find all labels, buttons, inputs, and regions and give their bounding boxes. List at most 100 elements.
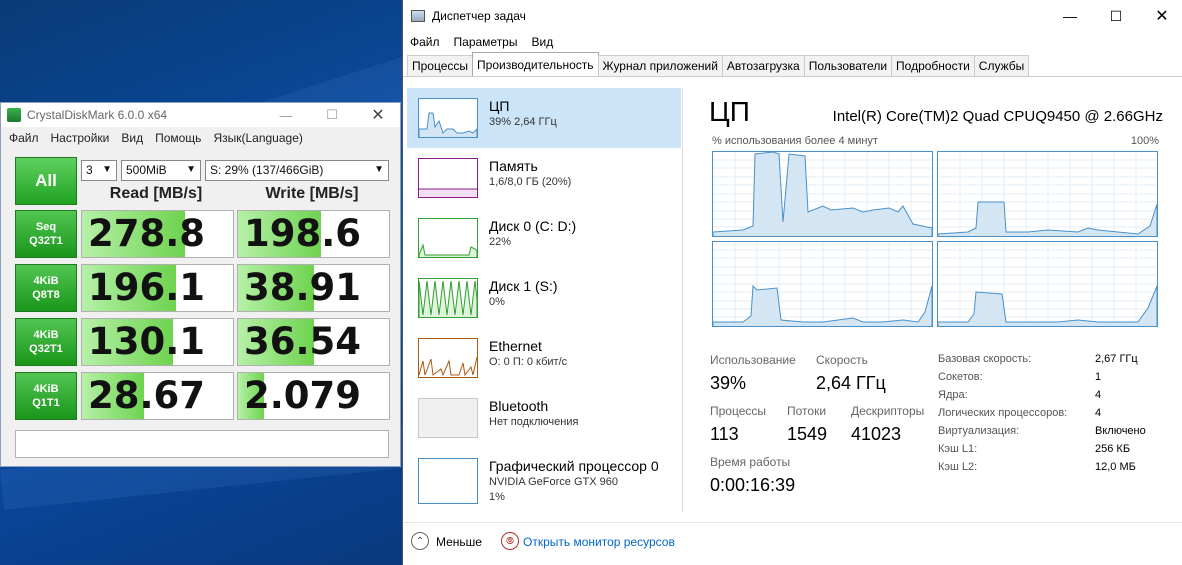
task-manager-icon bbox=[411, 10, 425, 22]
sidebar-item-gpu[interactable]: Графический процессор 0 NVIDIA GeForce G… bbox=[407, 448, 681, 508]
tm-menu-bar: Файл Параметры Вид bbox=[403, 32, 1182, 52]
menu-settings[interactable]: Настройки bbox=[45, 131, 116, 145]
close-icon[interactable]: ✕ bbox=[355, 103, 401, 127]
sidebar-item-detail: О: 0 П: 0 кбит/с bbox=[489, 356, 568, 368]
spec-value: 4 bbox=[1095, 389, 1102, 401]
resource-monitor-icon[interactable]: ⦾ bbox=[501, 532, 519, 550]
read-value: 28.67 bbox=[88, 374, 206, 417]
menu-view[interactable]: Вид bbox=[115, 131, 149, 145]
write-value: 198.6 bbox=[244, 212, 362, 255]
uptime-value: 0:00:16:39 bbox=[710, 475, 796, 495]
chevron-down-icon: ▼ bbox=[102, 164, 112, 175]
test-button[interactable]: 4KiB Q32T1 bbox=[15, 318, 77, 366]
write-result: 2.079 bbox=[237, 372, 390, 420]
test-button[interactable]: Seq Q32T1 bbox=[15, 210, 77, 258]
spec-key: Кэш L1: bbox=[938, 443, 978, 455]
write-result: 38.91 bbox=[237, 264, 390, 312]
menu-file[interactable]: Файл bbox=[3, 131, 45, 145]
disk0-thumbnail bbox=[418, 218, 478, 258]
test-button[interactable]: 4KiB Q1T1 bbox=[15, 372, 77, 420]
sidebar-item-disk0[interactable]: Диск 0 (C: D:) 22% bbox=[407, 208, 681, 268]
write-result: 36.54 bbox=[237, 318, 390, 366]
sidebar-item-cpu[interactable]: ЦП 39% 2,64 ГГц bbox=[407, 88, 681, 148]
page-title: ЦП bbox=[709, 96, 750, 127]
all-button[interactable]: All bbox=[15, 157, 77, 205]
open-resource-monitor-link[interactable]: Открыть монитор ресурсов bbox=[523, 535, 675, 549]
count-select[interactable]: 3 ▼ bbox=[81, 160, 117, 181]
tm-title-bar: Диспетчер задач — ☐ ✕ bbox=[403, 0, 1182, 32]
test-label-line2: Q1T1 bbox=[32, 397, 60, 409]
cdm-title-bar: CrystalDiskMark 6.0.0 x64 — ☐ ✕ bbox=[1, 103, 400, 127]
task-manager-window: Диспетчер задач — ☐ ✕ Файл Параметры Вид… bbox=[402, 0, 1182, 565]
read-value: 196.1 bbox=[88, 266, 206, 309]
memory-thumbnail bbox=[418, 158, 478, 198]
maximize-icon[interactable]: ☐ bbox=[309, 103, 355, 127]
usage-value: 39% bbox=[710, 373, 747, 393]
tab-processes[interactable]: Процессы bbox=[407, 55, 474, 76]
sidebar-item-label: ЦП bbox=[489, 98, 510, 114]
menu-file[interactable]: Файл bbox=[403, 35, 447, 49]
test-label-line2: Q32T1 bbox=[29, 235, 63, 247]
sidebar-item-bluetooth[interactable]: Bluetooth Нет подключения bbox=[407, 388, 681, 448]
tab-startup[interactable]: Автозагрузка bbox=[721, 55, 805, 76]
chevron-down-icon: ▼ bbox=[374, 164, 384, 175]
fewer-details-link[interactable]: Меньше bbox=[436, 535, 482, 549]
cpu-thumb-graph bbox=[419, 112, 477, 137]
read-result: 196.1 bbox=[81, 264, 234, 312]
menu-view[interactable]: Вид bbox=[524, 35, 560, 49]
test-button[interactable]: 4KiB Q8T8 bbox=[15, 264, 77, 312]
sidebar-item-ethernet[interactable]: Ethernet О: 0 П: 0 кбит/с bbox=[407, 328, 681, 388]
sidebar-item-memory[interactable]: Память 1,6/8,0 ГБ (20%) bbox=[407, 148, 681, 208]
spec-key: Базовая скорость: bbox=[938, 353, 1032, 365]
spec-key: Кэш L2: bbox=[938, 461, 978, 473]
close-icon[interactable]: ✕ bbox=[1139, 0, 1182, 32]
write-result: 198.6 bbox=[237, 210, 390, 258]
size-select[interactable]: 500MiB ▼ bbox=[121, 160, 201, 181]
size-value: 500MiB bbox=[126, 163, 167, 177]
minimize-icon[interactable]: — bbox=[1047, 0, 1093, 32]
tab-app-history[interactable]: Журнал приложений bbox=[597, 55, 723, 76]
sidebar-item-label: Ethernet bbox=[489, 338, 542, 354]
read-header: Read [MB/s] bbox=[109, 185, 203, 202]
tab-services[interactable]: Службы bbox=[973, 55, 1030, 76]
write-header: Write [MB/s] bbox=[265, 185, 359, 202]
tab-users[interactable]: Пользователи bbox=[803, 55, 893, 76]
sidebar-item-disk1[interactable]: Диск 1 (S:) 0% bbox=[407, 268, 681, 328]
core-graph bbox=[937, 151, 1158, 237]
speed-label: Скорость bbox=[816, 353, 868, 367]
chevron-up-icon[interactable]: ⌃ bbox=[411, 532, 429, 550]
speed-value: 2,64 ГГц bbox=[816, 373, 886, 393]
threads-value: 1549 bbox=[787, 424, 828, 444]
tm-title: Диспетчер задач bbox=[432, 9, 526, 23]
sidebar-item-detail: NVIDIA GeForce GTX 960 bbox=[489, 476, 618, 488]
chevron-down-icon: ▼ bbox=[186, 164, 196, 175]
tab-details[interactable]: Подробности bbox=[891, 55, 975, 76]
uptime-label: Время работы bbox=[710, 455, 791, 469]
menu-options[interactable]: Параметры bbox=[447, 35, 525, 49]
bluetooth-thumbnail bbox=[418, 398, 478, 438]
spec-value: 2,67 ГГц bbox=[1095, 353, 1138, 365]
read-result: 28.67 bbox=[81, 372, 234, 420]
disk1-thumb-graph bbox=[419, 280, 477, 317]
sidebar-item-detail: 39% 2,64 ГГц bbox=[489, 116, 557, 128]
disk0-thumb-graph bbox=[419, 243, 477, 257]
menu-help[interactable]: Помощь bbox=[149, 131, 207, 145]
test-label-line1: 4KiB bbox=[33, 383, 59, 395]
crystaldiskmark-window: CrystalDiskMark 6.0.0 x64 — ☐ ✕ Файл Нас… bbox=[0, 102, 401, 467]
spec-key: Ядра: bbox=[938, 389, 968, 401]
comment-field[interactable] bbox=[15, 430, 389, 458]
sidebar-item-label: Диск 1 (S:) bbox=[489, 278, 558, 294]
menu-language[interactable]: Язык(Language) bbox=[207, 131, 308, 145]
minimize-icon[interactable]: — bbox=[263, 103, 309, 127]
maximize-icon[interactable]: ☐ bbox=[1093, 0, 1139, 32]
crystaldiskmark-icon bbox=[7, 108, 21, 122]
tab-bar: Процессы Производительность Журнал прило… bbox=[407, 52, 1030, 77]
sidebar-item-detail-2: 1% bbox=[489, 491, 505, 503]
sidebar-item-label: Память bbox=[489, 158, 538, 174]
sidebar-item-detail: Нет подключения bbox=[489, 416, 579, 428]
tab-performance[interactable]: Производительность bbox=[472, 52, 599, 76]
drive-select[interactable]: S: 29% (137/466GiB) ▼ bbox=[205, 160, 389, 181]
cdm-title: CrystalDiskMark 6.0.0 x64 bbox=[27, 108, 168, 122]
ethernet-thumb-graph bbox=[419, 356, 477, 377]
core-graph bbox=[712, 151, 933, 237]
